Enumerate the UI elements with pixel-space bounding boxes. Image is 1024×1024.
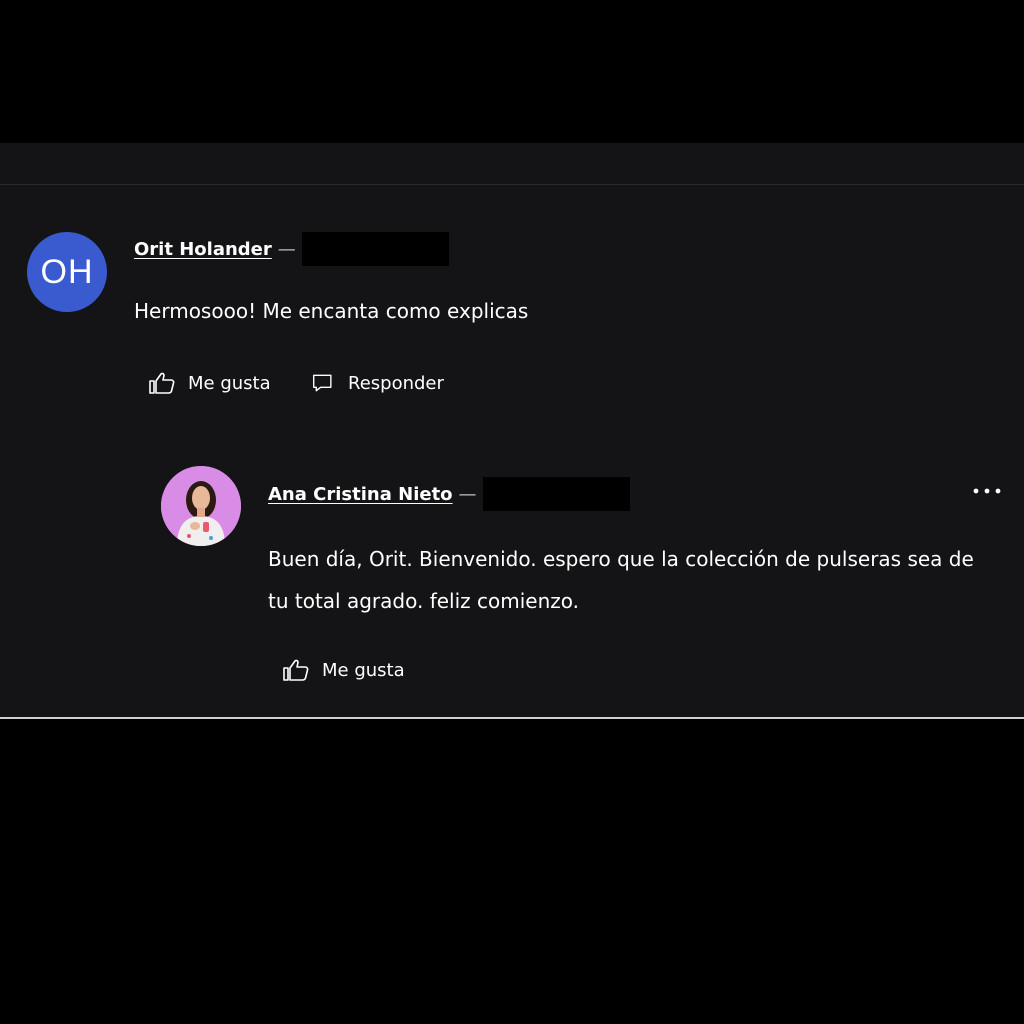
panel-bottom-border [0, 717, 1024, 719]
avatar-initials: OH [40, 252, 94, 291]
reply-redacted-timestamp [482, 477, 630, 511]
panel-divider [0, 184, 1024, 185]
reply-like-button[interactable]: Me gusta [282, 655, 405, 685]
author-link[interactable]: Orit Holander [134, 239, 272, 260]
reply-text: Buen día, Orit. Bienvenido. espero que l… [268, 538, 974, 622]
separator: — [277, 238, 296, 260]
reply-text-line-2: tu total agrado. feliz comienzo. [268, 589, 579, 613]
reply-like-label: Me gusta [322, 659, 405, 681]
thumbs-up-icon [283, 659, 309, 681]
reply-author-link[interactable]: Ana Cristina Nieto [268, 484, 453, 505]
like-button[interactable]: Me gusta [148, 368, 271, 398]
more-options-button[interactable] [970, 476, 1004, 506]
comment-text: Hermosooo! Me encanta como explicas [134, 299, 529, 323]
comments-panel [0, 143, 1024, 718]
avatar-ana[interactable] [161, 466, 241, 546]
reply-label: Responder [348, 372, 444, 394]
thumbs-up-icon [149, 372, 175, 394]
speech-bubble-icon [313, 374, 332, 392]
like-label: Me gusta [188, 372, 271, 394]
reply-separator: — [458, 483, 477, 505]
redacted-timestamp [301, 232, 449, 266]
reply-button[interactable]: Responder [312, 368, 444, 398]
more-horizontal-icon [973, 488, 1001, 494]
page: OH Orit Holander — Hermosooo! Me encanta… [0, 0, 1024, 1024]
avatar-photo-icon [161, 466, 241, 546]
avatar-orit[interactable]: OH [27, 232, 107, 312]
reply-text-line-1: Buen día, Orit. Bienvenido. espero que l… [268, 547, 974, 571]
reply-header: Ana Cristina Nieto — [268, 477, 630, 511]
comment-header: Orit Holander — [134, 232, 449, 266]
